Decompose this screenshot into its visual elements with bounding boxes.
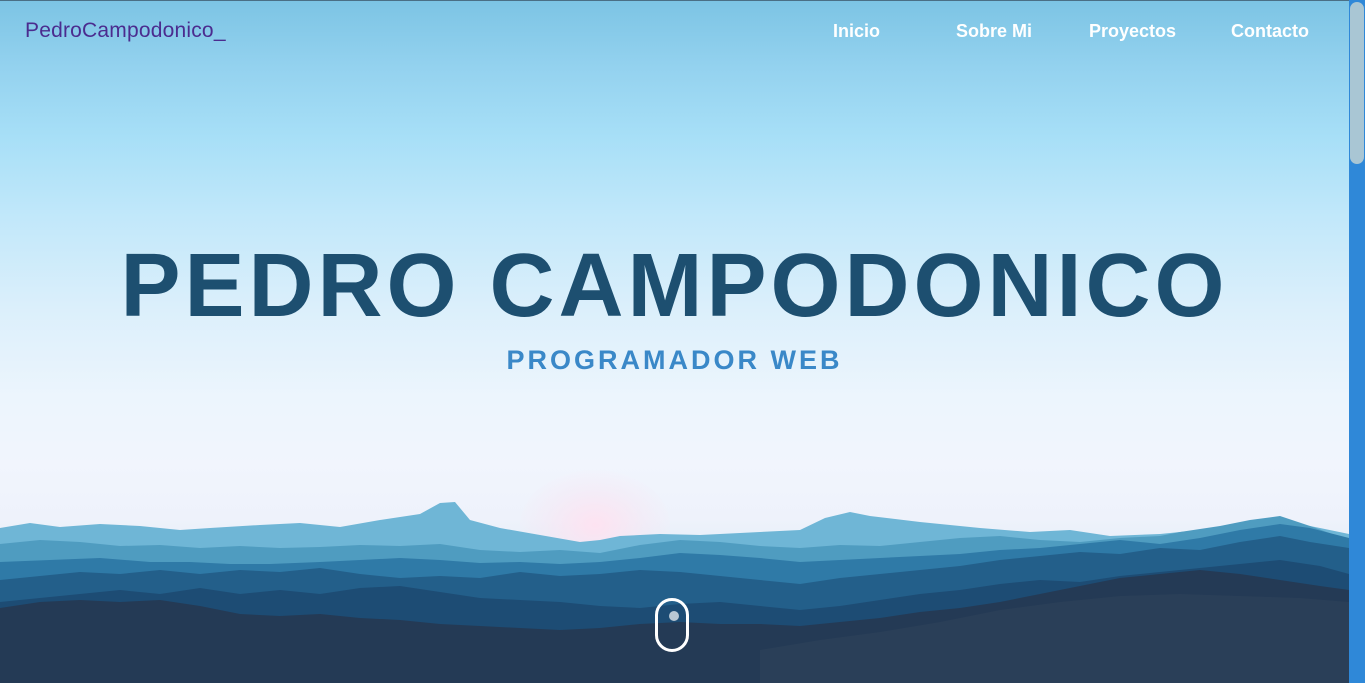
- nav-link-proyectos[interactable]: Proyectos: [1089, 21, 1176, 42]
- mouse-wheel-dot: [669, 611, 679, 621]
- nav-links: Inicio Sobre Mi Proyectos Contacto: [0, 21, 1349, 45]
- scrollbar-thumb[interactable]: [1350, 2, 1364, 164]
- hero-title: PEDRO CAMPODONICO: [120, 236, 1229, 336]
- nav-link-contacto[interactable]: Contacto: [1231, 21, 1309, 42]
- nav-link-inicio[interactable]: Inicio: [833, 21, 880, 42]
- hero-subtitle: PROGRAMADOR WEB: [506, 345, 843, 375]
- scrollbar-track[interactable]: [1349, 0, 1365, 683]
- mountain-background: [0, 502, 1349, 683]
- navbar: PedroCampodonico_ Inicio Sobre Mi Proyec…: [0, 0, 1349, 64]
- nav-link-sobre-mi[interactable]: Sobre Mi: [956, 21, 1032, 42]
- mouse-scroll-icon[interactable]: [655, 598, 689, 652]
- page: PedroCampodonico_ Inicio Sobre Mi Proyec…: [0, 0, 1365, 683]
